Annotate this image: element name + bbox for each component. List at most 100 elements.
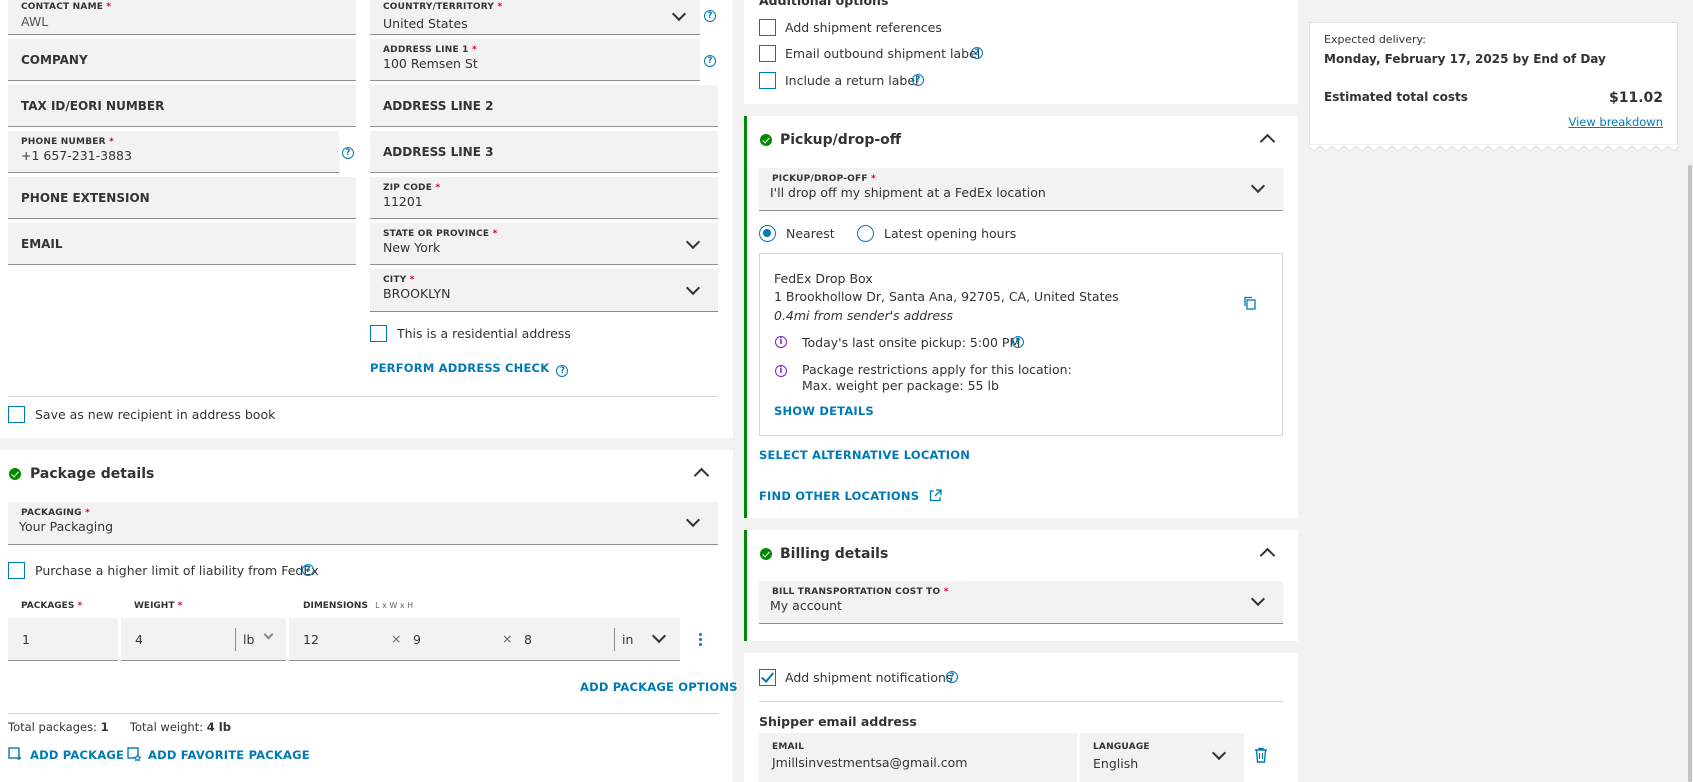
unit-divider <box>235 628 236 651</box>
pickup-title: Pickup/drop-off <box>780 132 902 148</box>
summary-card: Expected delivery: Monday, February 17, … <box>1309 22 1678 145</box>
email-label-help-icon[interactable]: ? <box>971 47 983 59</box>
dimensions-input[interactable]: 12 × 9 × 8 in <box>289 618 680 661</box>
contact-name-label: CONTACT NAME <box>21 2 104 12</box>
residential-checkbox[interactable] <box>370 325 387 342</box>
packages-input[interactable]: 1 <box>8 618 118 661</box>
section-status-bar <box>744 116 747 518</box>
dim-unit[interactable]: in <box>622 632 633 647</box>
required-mark: * <box>109 137 114 147</box>
city-label: CITY <box>383 275 407 285</box>
company-field[interactable]: COMPANY <box>8 39 356 81</box>
address-help-icon[interactable]: ? <box>704 55 716 67</box>
country-help-icon[interactable]: ? <box>704 10 716 22</box>
liability-label: Purchase a higher limit of liability fro… <box>35 563 319 578</box>
address-line-2-field[interactable]: ADDRESS LINE 2 <box>370 85 718 127</box>
contact-name-field[interactable]: CONTACT NAME * AWL <box>8 0 356 35</box>
language-select[interactable]: LANGUAGE English <box>1080 733 1244 782</box>
phone-help-icon[interactable]: ? <box>342 147 354 159</box>
delete-icon[interactable] <box>1254 747 1268 763</box>
packages-value: 1 <box>22 632 30 647</box>
find-other-text: FIND OTHER LOCATIONS <box>759 489 920 503</box>
dim-length: 12 <box>303 632 319 647</box>
email-label-checkbox[interactable] <box>759 45 776 62</box>
location-card: FedEx Drop Box 1 Brookhollow Dr, Santa A… <box>759 253 1283 436</box>
dimensions-label: DIMENSIONS <box>303 601 368 611</box>
phone-extension-label: PHONE EXTENSION <box>21 191 150 205</box>
notifications-checkbox[interactable] <box>759 669 776 686</box>
expected-delivery-value: Monday, February 17, 2025 by End of Day <box>1324 52 1606 66</box>
additional-options-title: Additional options <box>759 0 889 8</box>
return-label-checkbox[interactable] <box>759 72 776 89</box>
location-distance: 0.4mi from sender's address <box>774 308 954 323</box>
packages-label: PACKAGES <box>21 601 75 611</box>
dimensions-col-label: DIMENSIONS L x W x H <box>303 601 413 611</box>
email-label: EMAIL <box>772 742 805 752</box>
state-select[interactable]: STATE OR PROVINCE * New York <box>370 223 718 265</box>
copy-icon[interactable] <box>1243 296 1257 310</box>
references-checkbox[interactable] <box>759 19 776 36</box>
external-link-icon <box>930 489 943 502</box>
shipper-email-title: Shipper email address <box>759 714 917 729</box>
country-label: COUNTRY/TERRITORY <box>383 2 495 12</box>
phone-extension-field[interactable]: PHONE EXTENSION <box>8 177 356 219</box>
complete-check-icon <box>760 548 772 560</box>
add-favorite-text: ADD FAVORITE PACKAGE <box>148 748 310 762</box>
required-mark: * <box>943 587 949 597</box>
addr1-label: ADDRESS LINE 1 <box>383 45 469 55</box>
latest-hours-radio[interactable] <box>857 225 874 242</box>
weight-unit[interactable]: lb <box>243 632 254 647</box>
phone-number-field[interactable]: PHONE NUMBER * +1 657-231-3883 <box>8 131 339 173</box>
total-summary: Total packages: 1 Total weight: 4 lb <box>8 720 231 734</box>
total-packages-value: 1 <box>100 720 109 734</box>
city-select[interactable]: CITY * BROOKLYN <box>370 269 718 312</box>
chevron-down-icon <box>651 628 667 644</box>
weight-value: 4 <box>135 632 143 647</box>
bill-transport-select[interactable]: BILL TRANSPORTATION COST TO * My account <box>759 581 1283 624</box>
weight-input[interactable]: 4 lb <box>121 618 286 661</box>
expected-delivery-label: Expected delivery: <box>1324 33 1426 46</box>
latest-hours-label: Latest opening hours <box>884 226 1017 241</box>
save-recipient-checkbox[interactable] <box>8 406 25 423</box>
required-mark: * <box>106 2 112 12</box>
perform-address-check-link[interactable]: PERFORM ADDRESS CHECK ? <box>370 361 569 377</box>
packaging-select[interactable]: PACKAGING * Your Packaging <box>8 502 718 545</box>
zip-value: 11201 <box>383 194 423 209</box>
required-mark: * <box>871 174 876 184</box>
contact-name-value: AWL <box>21 14 49 29</box>
required-mark: * <box>409 275 415 285</box>
tax-id-field[interactable]: TAX ID/EORI NUMBER <box>8 85 356 127</box>
zip-code-field[interactable]: ZIP CODE * 11201 <box>370 177 718 219</box>
email-field[interactable]: EMAIL <box>8 223 356 265</box>
billing-title: Billing details <box>780 546 889 562</box>
required-mark: * <box>492 229 498 239</box>
tax-id-label: TAX ID/EORI NUMBER <box>21 99 165 113</box>
select-alternative-location-link[interactable]: SELECT ALTERNATIVE LOCATION <box>759 448 970 462</box>
chevron-down-icon <box>1211 745 1227 761</box>
address-line-3-field[interactable]: ADDRESS LINE 3 <box>370 131 718 173</box>
view-breakdown-link[interactable]: View breakdown <box>1568 115 1663 129</box>
total-costs-label: Estimated total costs <box>1324 90 1468 104</box>
more-options-icon[interactable] <box>699 633 703 647</box>
city-value: BROOKLYN <box>383 286 451 301</box>
total-weight-label: Total weight: <box>129 720 204 734</box>
divider <box>8 713 718 714</box>
last-pickup-help-icon[interactable]: ? <box>1012 336 1024 348</box>
liability-help-icon[interactable]: ? <box>302 564 314 576</box>
country-select[interactable]: COUNTRY/TERRITORY * United States <box>370 0 700 35</box>
liability-checkbox[interactable] <box>8 562 25 579</box>
nearest-radio[interactable] <box>759 225 776 242</box>
return-label-help-icon[interactable]: ? <box>912 74 924 86</box>
page-scrollbar[interactable] <box>1688 165 1692 782</box>
find-other-locations-link[interactable]: FIND OTHER LOCATIONS <box>759 487 943 504</box>
address-line-1-field[interactable]: ADDRESS LINE 1 * 100 Remsen St <box>370 39 700 81</box>
add-package-options-link[interactable]: ADD PACKAGE OPTIONS <box>580 680 738 694</box>
pickup-dropoff-select[interactable]: PICKUP/DROP-OFF * I'll drop off my shipm… <box>759 168 1283 211</box>
chevron-down-icon <box>1250 178 1266 194</box>
complete-check-icon <box>9 468 21 480</box>
times-icon: × <box>502 631 513 646</box>
show-details-link[interactable]: SHOW DETAILS <box>774 404 874 418</box>
shipper-email-input[interactable]: EMAIL Jmillsinvestmentsa@gmail.com <box>759 733 1077 782</box>
zip-label: ZIP CODE <box>383 183 433 193</box>
notifications-help-icon[interactable]: ? <box>946 671 958 683</box>
